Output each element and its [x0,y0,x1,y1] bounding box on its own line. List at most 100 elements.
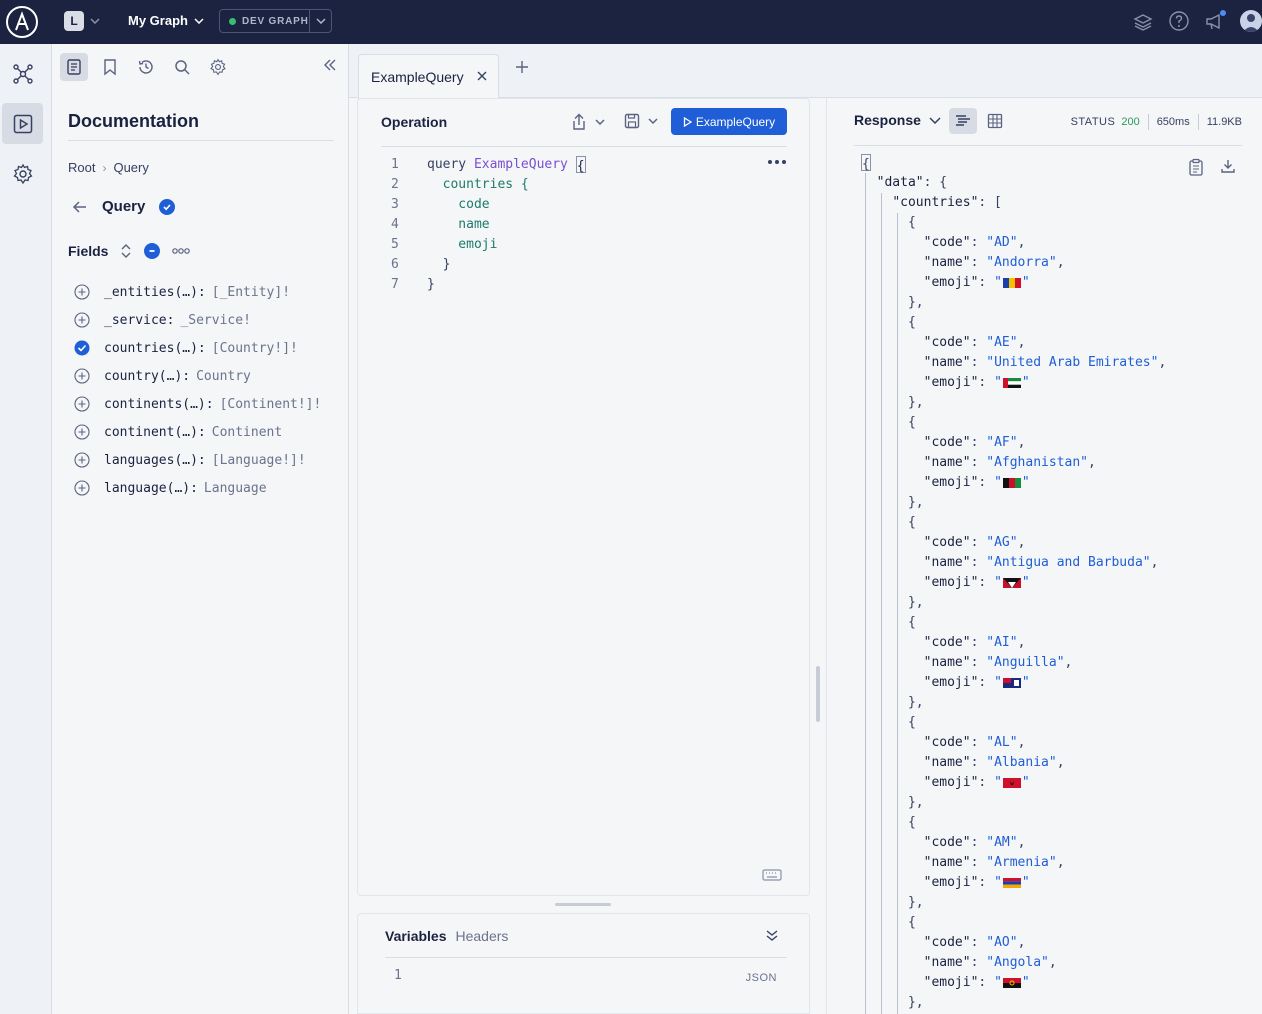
field-row[interactable]: _entities(…): [_Entity]! [74,278,321,306]
add-circle-icon[interactable] [74,480,90,496]
field-name: _service: [104,312,175,328]
variables-panel: Variables Headers 1 JSON [357,913,810,1014]
add-circle-icon[interactable] [74,284,90,300]
field-row[interactable]: countries(…): [Country!]! [74,334,321,362]
country-name: Andorra [994,255,1049,270]
run-query-button[interactable]: ExampleQuery [671,108,787,135]
add-circle-icon[interactable] [74,368,90,384]
close-icon[interactable] [476,70,488,82]
collapse-chevron-icon[interactable] [765,928,779,942]
collections-tab-button[interactable] [96,53,124,81]
apollo-logo-icon[interactable] [5,5,39,39]
collapse-panel-button[interactable] [322,57,338,73]
sort-icon[interactable] [120,244,132,258]
back-arrow-icon[interactable] [72,199,88,215]
variant-selector[interactable]: DEV GRAPH [219,9,332,33]
more-options-icon[interactable] [172,247,191,255]
response-json[interactable]: { "data": { "countries": [ { "code": "AD… [861,153,1166,1013]
field-name: language(…): [104,480,198,496]
code-text: } [427,277,435,292]
divider [381,146,787,147]
documentation-panel: Documentation Root › Query Query Fields … [52,44,349,1014]
country-name: Afghanistan [994,455,1081,470]
download-icon[interactable] [1220,158,1236,174]
field-row[interactable]: language(…): Language [74,474,321,502]
country-code: AF [994,435,1010,450]
field-row[interactable]: languages(…): [Language!]! [74,446,321,474]
code-text: code [427,197,490,212]
add-circle-icon[interactable] [74,396,90,412]
chevron-down-icon [929,116,941,124]
add-circle-icon[interactable] [74,312,90,328]
tab-example-query[interactable]: ExampleQuery [358,54,499,99]
graph-switcher[interactable]: L [64,11,100,31]
country-code: AD [994,235,1010,250]
help-icon[interactable] [1168,10,1190,32]
chevron-down-icon [595,119,605,125]
breadcrumb-current: Query [113,160,149,175]
add-circle-icon[interactable] [74,452,90,468]
field-row[interactable]: continents(…): [Continent!]! [74,390,321,418]
response-view-dropdown[interactable]: Response [854,112,941,128]
tab-variables[interactable]: Variables [385,928,447,944]
history-tab-button[interactable] [132,53,160,81]
checked-circle-icon[interactable] [74,340,90,356]
breadcrumb-separator-icon: › [102,160,107,175]
settings-tab-button[interactable] [204,53,232,81]
code-line: 6 } [381,255,586,275]
field-type: _Service! [180,312,251,328]
left-rail [0,44,52,1014]
add-circle-icon[interactable] [74,424,90,440]
copy-clipboard-icon[interactable] [1188,158,1204,176]
field-type: [Country!]! [211,340,298,356]
panel-divider-handle[interactable] [816,666,820,722]
code-text: query ExampleQuery { [413,155,586,175]
rail-explorer-button[interactable] [2,103,43,144]
field-type: [Continent!]! [219,396,322,412]
variant-caret-button[interactable] [309,10,331,32]
json-view-button[interactable] [949,108,977,134]
country-name: Angola [994,955,1042,970]
learn-icon[interactable] [1132,11,1154,33]
save-icon [624,113,640,129]
keyboard-shortcuts-icon[interactable] [762,869,782,881]
user-avatar[interactable] [1240,10,1262,32]
search-tab-button[interactable] [168,53,196,81]
flag-andorra-icon [1002,277,1021,288]
save-menu-button[interactable] [624,113,658,129]
share-menu-button[interactable] [571,113,605,131]
flag-antigua-icon [1002,577,1021,588]
field-row[interactable]: continent(…): Continent [74,418,321,446]
graph-name-dropdown[interactable]: My Graph [128,13,204,28]
breadcrumb-root[interactable]: Root [68,160,95,175]
panel-resize-handle[interactable] [555,903,611,906]
more-options-icon[interactable] [767,159,787,165]
tab-label: ExampleQuery [371,69,464,85]
rail-settings-button[interactable] [2,153,43,194]
chevron-down-icon [90,18,100,24]
operation-editor[interactable]: 1 query ExampleQuery { 2 countries { 3 c… [381,155,586,295]
add-tab-icon[interactable] [514,59,530,75]
variant-label-wrap[interactable]: DEV GRAPH [220,16,309,27]
view-toggle [949,108,1009,134]
table-view-button[interactable] [981,108,1009,134]
gear-icon [12,163,33,184]
flag-angola-icon [1002,977,1021,988]
share-icon [573,113,585,130]
field-row[interactable]: _service: _Service! [74,306,321,334]
deselect-all-icon[interactable] [144,243,161,259]
type-selected-check-icon[interactable] [159,198,176,215]
tab-headers[interactable]: Headers [456,928,509,944]
country-name: Anguilla [994,655,1057,670]
rail-schema-button[interactable] [2,53,43,94]
docs-tab-button[interactable] [60,53,88,81]
field-row[interactable]: country(…): Country [74,362,321,390]
code-line: 3 code [381,195,586,215]
top-bar: L My Graph DEV GRAPH [0,0,1262,44]
variant-name: DEV GRAPH [242,15,309,27]
gear-icon [210,58,226,76]
graph-icon [12,63,33,84]
type-header: Query [72,198,176,215]
announcements-icon[interactable] [1204,9,1228,33]
field-name: _entities(…): [104,284,206,300]
